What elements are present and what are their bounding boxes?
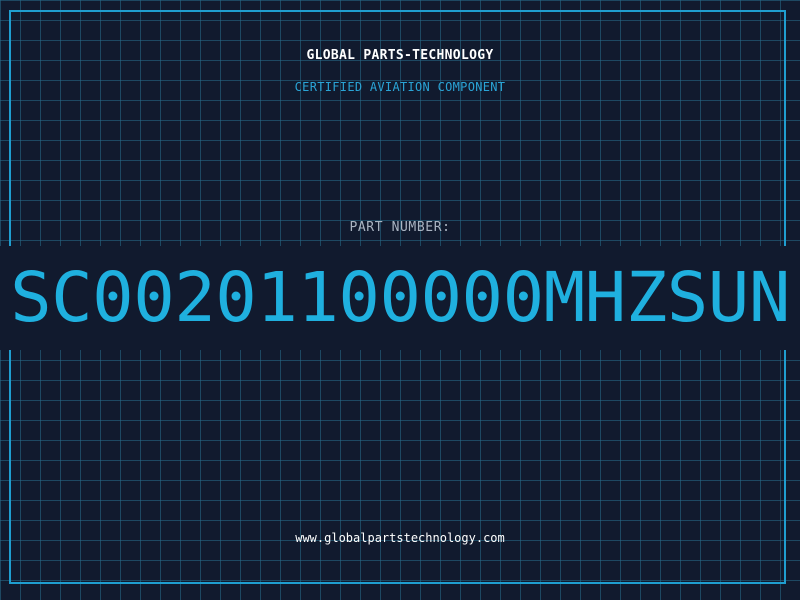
website-url: www.globalpartstechnology.com	[295, 531, 505, 545]
company-name: GLOBAL PARTS-TECHNOLOGY	[306, 48, 494, 63]
part-number-label: PART NUMBER:	[349, 220, 451, 235]
certification-subtitle: CERTIFIED AVIATION COMPONENT	[294, 80, 506, 94]
part-number-value: SC00201100000MHZSUN	[10, 258, 790, 338]
